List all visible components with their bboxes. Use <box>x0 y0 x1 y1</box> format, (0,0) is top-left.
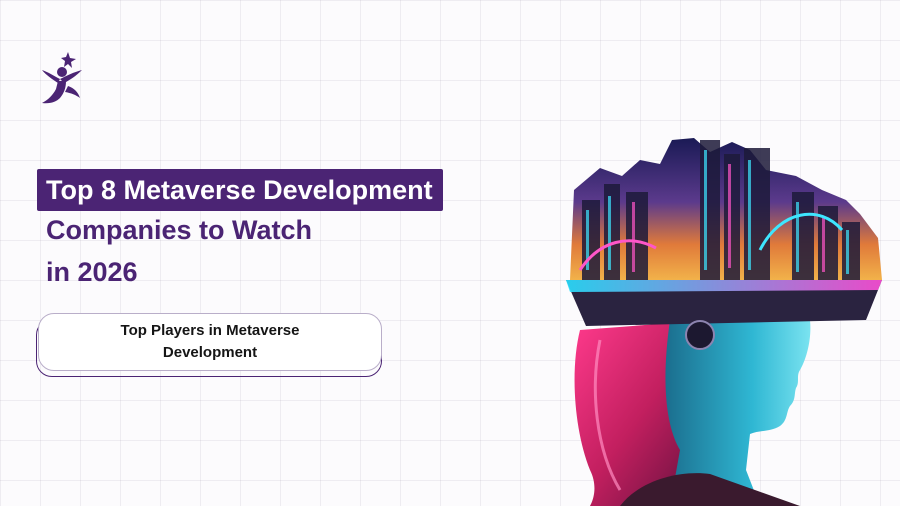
headline-line-2: Companies to Watch <box>46 215 313 245</box>
headline-highlight: Top 8 Metaverse Development <box>37 169 443 211</box>
subtitle-card: Top Players in Metaverse Development <box>38 313 382 371</box>
hero-image <box>566 138 882 506</box>
brand-logo-icon <box>42 52 82 104</box>
headline-line-3: in 2026 <box>46 257 138 287</box>
